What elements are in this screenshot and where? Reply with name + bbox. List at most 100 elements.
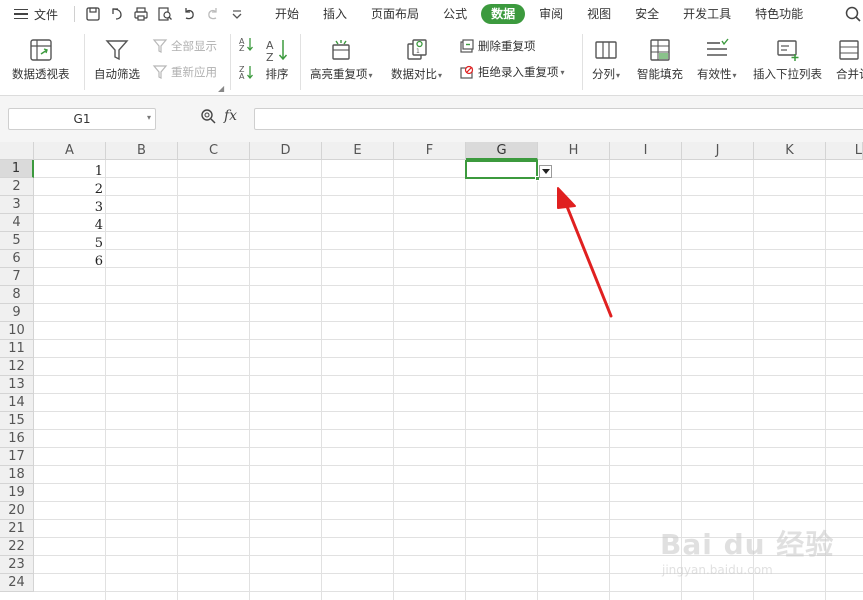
tab-security[interactable]: 安全	[625, 4, 669, 24]
cell-a1[interactable]: 1	[34, 163, 106, 181]
reject-duplicates-label: 拒绝录入重复项	[478, 65, 559, 79]
file-menu[interactable]: 文件	[0, 0, 66, 28]
group-launcher-icon[interactable]: ◢	[218, 84, 224, 93]
sort-ascending-button[interactable]: AZ	[238, 36, 257, 52]
grid-line	[34, 357, 863, 358]
undo-icon[interactable]	[179, 4, 199, 24]
column-header-a[interactable]: A	[34, 142, 106, 160]
row-header-2[interactable]: 2	[0, 178, 34, 196]
split-column-button[interactable]: 分列▾	[592, 37, 620, 83]
reject-duplicates-button[interactable]: 拒绝录入重复项 ▾	[459, 64, 565, 80]
grid-line	[34, 321, 863, 322]
grid-line	[465, 160, 466, 600]
row-header-19[interactable]: 19	[0, 484, 34, 502]
row-header-5[interactable]: 5	[0, 232, 34, 250]
hamburger-icon	[14, 6, 28, 23]
column-header-l[interactable]: L	[826, 142, 863, 160]
cell-a5[interactable]: 5	[34, 235, 106, 253]
row-header-15[interactable]: 15	[0, 412, 34, 430]
autofilter-button[interactable]: 自动筛选	[94, 37, 140, 81]
tab-home[interactable]: 开始	[265, 4, 309, 24]
grid-line	[34, 501, 863, 502]
row-header-10[interactable]: 10	[0, 322, 34, 340]
cell-a4[interactable]: 4	[34, 217, 106, 235]
validation-dropdown-button[interactable]	[539, 165, 552, 178]
row-header-20[interactable]: 20	[0, 502, 34, 520]
filter-clear-icon	[152, 39, 168, 53]
insert-function-icon[interactable]: fx	[224, 108, 237, 124]
row-header-21[interactable]: 21	[0, 520, 34, 538]
validity-button[interactable]: 有效性▾	[697, 37, 737, 83]
tab-insert[interactable]: 插入	[313, 4, 357, 24]
row-header-17[interactable]: 17	[0, 448, 34, 466]
column-header-k[interactable]: K	[754, 142, 826, 160]
smart-fill-icon	[650, 39, 670, 61]
column-header-e[interactable]: E	[322, 142, 394, 160]
row-header-18[interactable]: 18	[0, 466, 34, 484]
split-column-label: 分列	[592, 67, 615, 81]
row-header-23[interactable]: 23	[0, 556, 34, 574]
sort-button[interactable]: AZ 排序	[264, 37, 290, 81]
delete-duplicates-icon	[460, 39, 474, 53]
column-header-g[interactable]: G	[466, 142, 538, 160]
row-header-12[interactable]: 12	[0, 358, 34, 376]
chevron-down-icon[interactable]: ▾	[147, 113, 151, 122]
column-header-f[interactable]: F	[394, 142, 466, 160]
dropdown-arrow-icon	[541, 168, 550, 174]
row-header-11[interactable]: 11	[0, 340, 34, 358]
row-header-3[interactable]: 3	[0, 196, 34, 214]
column-header-i[interactable]: I	[610, 142, 682, 160]
column-header-d[interactable]: D	[250, 142, 322, 160]
redo-icon[interactable]	[203, 4, 223, 24]
formula-input[interactable]	[254, 108, 863, 130]
tab-view[interactable]: 视图	[577, 4, 621, 24]
row-header-14[interactable]: 14	[0, 394, 34, 412]
row-header-6[interactable]: 6	[0, 250, 34, 268]
data-compare-button[interactable]: 1 数据对比▾	[391, 37, 442, 83]
grid-line	[321, 160, 322, 600]
column-header-c[interactable]: C	[178, 142, 250, 160]
show-all-button[interactable]: 全部显示	[152, 38, 217, 54]
highlight-duplicates-button[interactable]: 高亮重复项▾	[310, 37, 373, 83]
tab-formulas[interactable]: 公式	[433, 4, 477, 24]
cell-a6[interactable]: 6	[34, 253, 106, 271]
sort-descending-button[interactable]: ZA	[238, 64, 257, 80]
smart-fill-button[interactable]: 智能填充	[637, 37, 683, 81]
merge-calc-button[interactable]: 合并计	[836, 37, 863, 81]
customize-dropdown-icon[interactable]	[227, 4, 247, 24]
cell-a2[interactable]: 2	[34, 181, 106, 199]
tab-review[interactable]: 审阅	[529, 4, 573, 24]
select-all-corner[interactable]	[0, 142, 34, 160]
grid-line	[34, 267, 863, 268]
delete-duplicates-button[interactable]: 删除重复项	[459, 38, 536, 54]
column-header-b[interactable]: B	[106, 142, 178, 160]
export-pdf-icon[interactable]	[107, 4, 127, 24]
row-header-13[interactable]: 13	[0, 376, 34, 394]
cell-a3[interactable]: 3	[34, 199, 106, 217]
row-header-9[interactable]: 9	[0, 304, 34, 322]
print-icon[interactable]	[131, 4, 151, 24]
column-header-h[interactable]: H	[538, 142, 610, 160]
tab-data[interactable]: 数据	[481, 4, 526, 24]
zoom-search-icon[interactable]	[200, 108, 216, 124]
tab-special[interactable]: 特色功能	[745, 4, 813, 24]
reapply-button[interactable]: 重新应用	[152, 64, 217, 80]
row-header-1[interactable]: 1	[0, 160, 34, 178]
search-icon[interactable]	[843, 4, 863, 24]
save-icon[interactable]	[83, 4, 103, 24]
print-preview-icon[interactable]	[155, 4, 175, 24]
insert-dropdown-list-button[interactable]: 插入下拉列表	[753, 37, 822, 81]
name-box[interactable]: G1 ▾	[8, 108, 156, 130]
row-header-4[interactable]: 4	[0, 214, 34, 232]
column-header-j[interactable]: J	[682, 142, 754, 160]
row-header-24[interactable]: 24	[0, 574, 34, 592]
row-header-7[interactable]: 7	[0, 268, 34, 286]
row-header-16[interactable]: 16	[0, 430, 34, 448]
formula-bar: G1 ▾ fx	[0, 96, 863, 142]
row-header-8[interactable]: 8	[0, 286, 34, 304]
tab-page-layout[interactable]: 页面布局	[361, 4, 429, 24]
row-header-22[interactable]: 22	[0, 538, 34, 556]
tab-developer[interactable]: 开发工具	[673, 4, 741, 24]
selected-cell-g1[interactable]	[465, 160, 540, 181]
pivot-table-button[interactable]: 数据透视表	[12, 37, 70, 81]
